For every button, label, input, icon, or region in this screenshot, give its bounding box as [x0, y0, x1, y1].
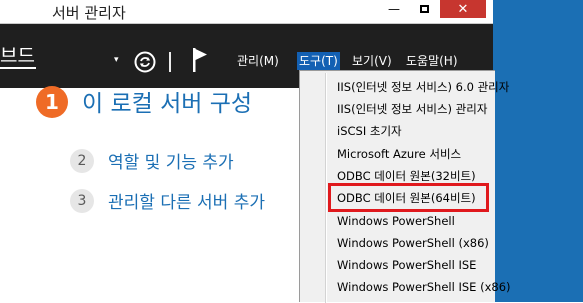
maximize-icon	[419, 5, 429, 13]
desktop-background	[493, 0, 583, 302]
menu-tools[interactable]: 도구(T)	[297, 52, 340, 70]
add-other-servers-link[interactable]: 관리할 다른 서버 추가	[108, 188, 265, 213]
chevron-down-icon[interactable]: ▾	[114, 55, 119, 65]
step-number: 3	[77, 193, 87, 209]
step-number: 2	[77, 153, 87, 169]
menu-manage[interactable]: 관리(M)	[235, 52, 281, 70]
configure-local-server-link[interactable]: 이 로컬 서버 구성	[82, 84, 252, 118]
menu-item-iscsi-initiator[interactable]: iSCSI 초기자	[337, 123, 402, 139]
menu-view[interactable]: 보기(V)	[350, 52, 394, 70]
minimize-button[interactable]: —	[379, 0, 409, 18]
refresh-icon[interactable]	[134, 51, 156, 73]
window-title: 서버 관리자	[52, 4, 126, 22]
menu-item-iis6-manager[interactable]: IIS(인터넷 정보 서비스) 6.0 관리자	[337, 79, 509, 95]
step-number-badge: 1	[36, 86, 68, 118]
step-number: 1	[45, 90, 59, 114]
menu-item-powershell[interactable]: Windows PowerShell	[337, 213, 455, 229]
add-roles-features-link[interactable]: 역할 및 기능 추가	[108, 148, 234, 173]
header-divider	[169, 52, 171, 72]
menu-item-iis-manager[interactable]: IIS(인터넷 정보 서비스) 관리자	[337, 101, 487, 117]
menu-item-azure-services[interactable]: Microsoft Azure 서비스	[337, 146, 461, 162]
menu-help[interactable]: 도움말(H)	[404, 52, 460, 70]
menu-item-powershell-ise-x86[interactable]: Windows PowerShell ISE (x86)	[337, 279, 511, 295]
step-number-badge: 3	[70, 189, 94, 213]
title-bar: 서버 관리자 — ✕	[0, 0, 493, 24]
menu-item-odbc-32[interactable]: ODBC 데이터 원본(32비트)	[337, 168, 476, 184]
maximize-button[interactable]	[409, 0, 439, 18]
menu-item-powershell-x86[interactable]: Windows PowerShell (x86)	[337, 235, 489, 251]
menu-gutter-highlight	[326, 73, 327, 303]
menu-item-powershell-ise[interactable]: Windows PowerShell ISE	[337, 257, 476, 273]
page-title: 브드	[0, 45, 36, 69]
flag-icon[interactable]	[190, 46, 210, 74]
close-button[interactable]: ✕	[440, 0, 486, 18]
minimize-icon: —	[388, 2, 400, 16]
highlight-annotation	[328, 183, 489, 212]
close-icon: ✕	[457, 1, 469, 17]
step-number-badge: 2	[70, 149, 94, 173]
